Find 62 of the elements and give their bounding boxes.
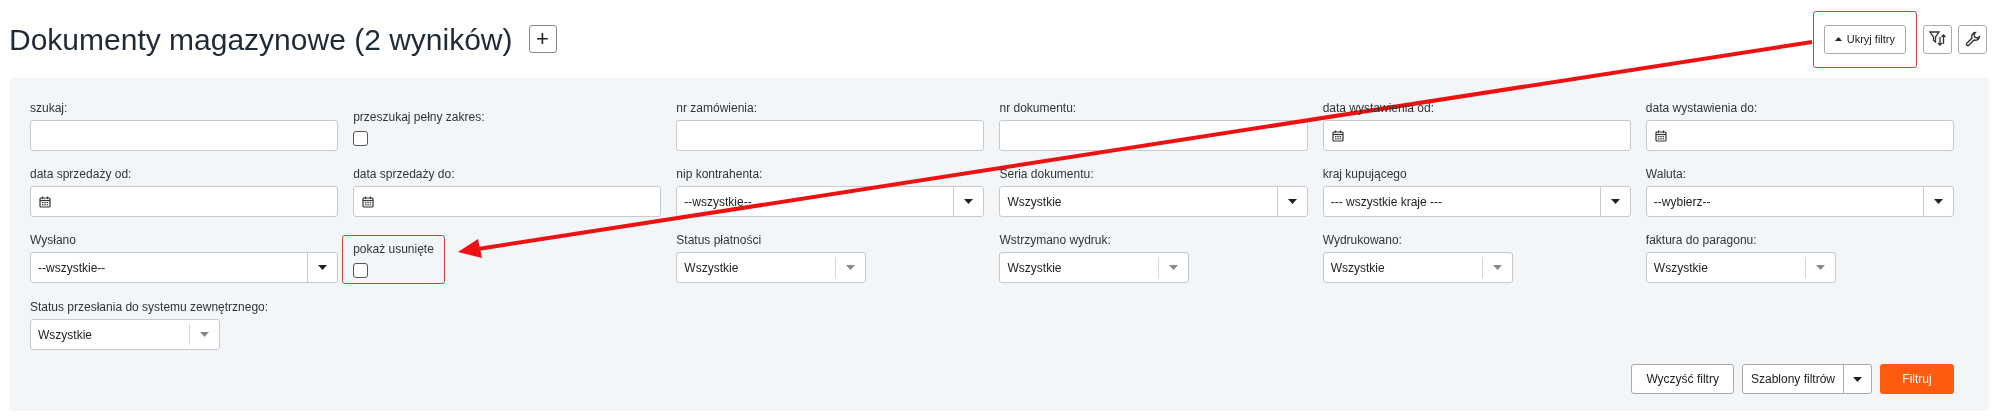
date-field[interactable]: [30, 186, 339, 217]
field-label: pokaż usunięte: [353, 241, 434, 257]
caret-icon: [1492, 265, 1502, 270]
caret-icon: [200, 332, 209, 337]
field-label: nr dokumentu:: [999, 100, 1077, 116]
field-label: nip kontrahenta:: [676, 166, 763, 182]
filter-sort-button[interactable]: [1923, 24, 1952, 54]
calendar-icon: [39, 195, 51, 208]
field-label: Seria dokumentu:: [999, 166, 1094, 182]
calendar-icon: [1331, 129, 1344, 142]
templates-button[interactable]: Szablony filtrów: [1741, 364, 1872, 394]
field-label: szukaj:: [30, 100, 68, 116]
caret-up-icon: [1834, 37, 1842, 41]
field-label: Wydrukowano:: [1322, 232, 1402, 248]
clear-filters-button[interactable]: Wyczyść filtry: [1631, 364, 1734, 394]
caret-icon: [1815, 265, 1825, 270]
wrench-icon: [1964, 31, 1981, 47]
field-label: nr zamówienia:: [676, 100, 758, 116]
caret-icon: [318, 265, 328, 270]
settings-button[interactable]: [1958, 24, 1987, 54]
field-label: data sprzedaży do:: [353, 166, 455, 182]
field-label: data wystawienia do:: [1645, 100, 1758, 116]
select-field[interactable]: Wszystkie: [30, 319, 220, 350]
field-label: data sprzedaży od:: [30, 166, 132, 182]
field-label: Wysłano: [30, 232, 76, 248]
caret-icon: [1934, 199, 1943, 204]
field-label: Waluta:: [1645, 166, 1687, 182]
field-label: przeszukaj pełny zakres:: [353, 109, 485, 125]
caret-icon: [1287, 199, 1297, 204]
select-field[interactable]: Wszystkie: [676, 252, 867, 283]
field-label: Status przesłania do systemu zewnętrznego:: [30, 299, 269, 315]
select-field[interactable]: Wszystkie: [1645, 252, 1836, 283]
hide-filters-button[interactable]: Ukryj filtry: [1823, 24, 1906, 54]
checkbox[interactable]: [353, 263, 369, 278]
input-field[interactable]: [30, 120, 339, 151]
select-field[interactable]: --- wszystkie kraje ---: [1322, 186, 1631, 217]
calendar-icon: [1654, 129, 1667, 142]
filter-sort-icon: [1928, 30, 1947, 48]
caret-icon: [1610, 199, 1620, 204]
select-field[interactable]: Wszystkie: [999, 252, 1190, 283]
caret-icon: [1853, 376, 1862, 382]
field-label: Status płatności: [676, 232, 762, 248]
date-field[interactable]: [353, 186, 662, 217]
field-label: kraj kupującego: [1322, 166, 1407, 182]
input-field[interactable]: [676, 120, 985, 151]
select-field[interactable]: Wszystkie: [1322, 252, 1513, 283]
select-field[interactable]: --wszystkie--: [30, 252, 339, 283]
select-field[interactable]: --wszystkie--: [676, 186, 985, 217]
caret-icon: [1169, 265, 1179, 270]
caret-icon: [964, 199, 974, 204]
date-field[interactable]: [1322, 120, 1631, 151]
caret-icon: [846, 265, 856, 270]
select-field[interactable]: --wybierz--: [1645, 186, 1954, 217]
checkbox[interactable]: [353, 131, 369, 146]
date-field[interactable]: [1645, 120, 1954, 151]
add-button[interactable]: +: [528, 25, 557, 53]
field-label: Wstrzymano wydruk:: [999, 232, 1111, 248]
calendar-icon: [362, 195, 375, 208]
page-title: Dokumenty magazynowe (2 wyników): [9, 21, 513, 58]
input-field[interactable]: [999, 120, 1308, 151]
field-label: faktura do paragonu:: [1645, 232, 1757, 248]
select-field[interactable]: Wszystkie: [999, 186, 1308, 217]
